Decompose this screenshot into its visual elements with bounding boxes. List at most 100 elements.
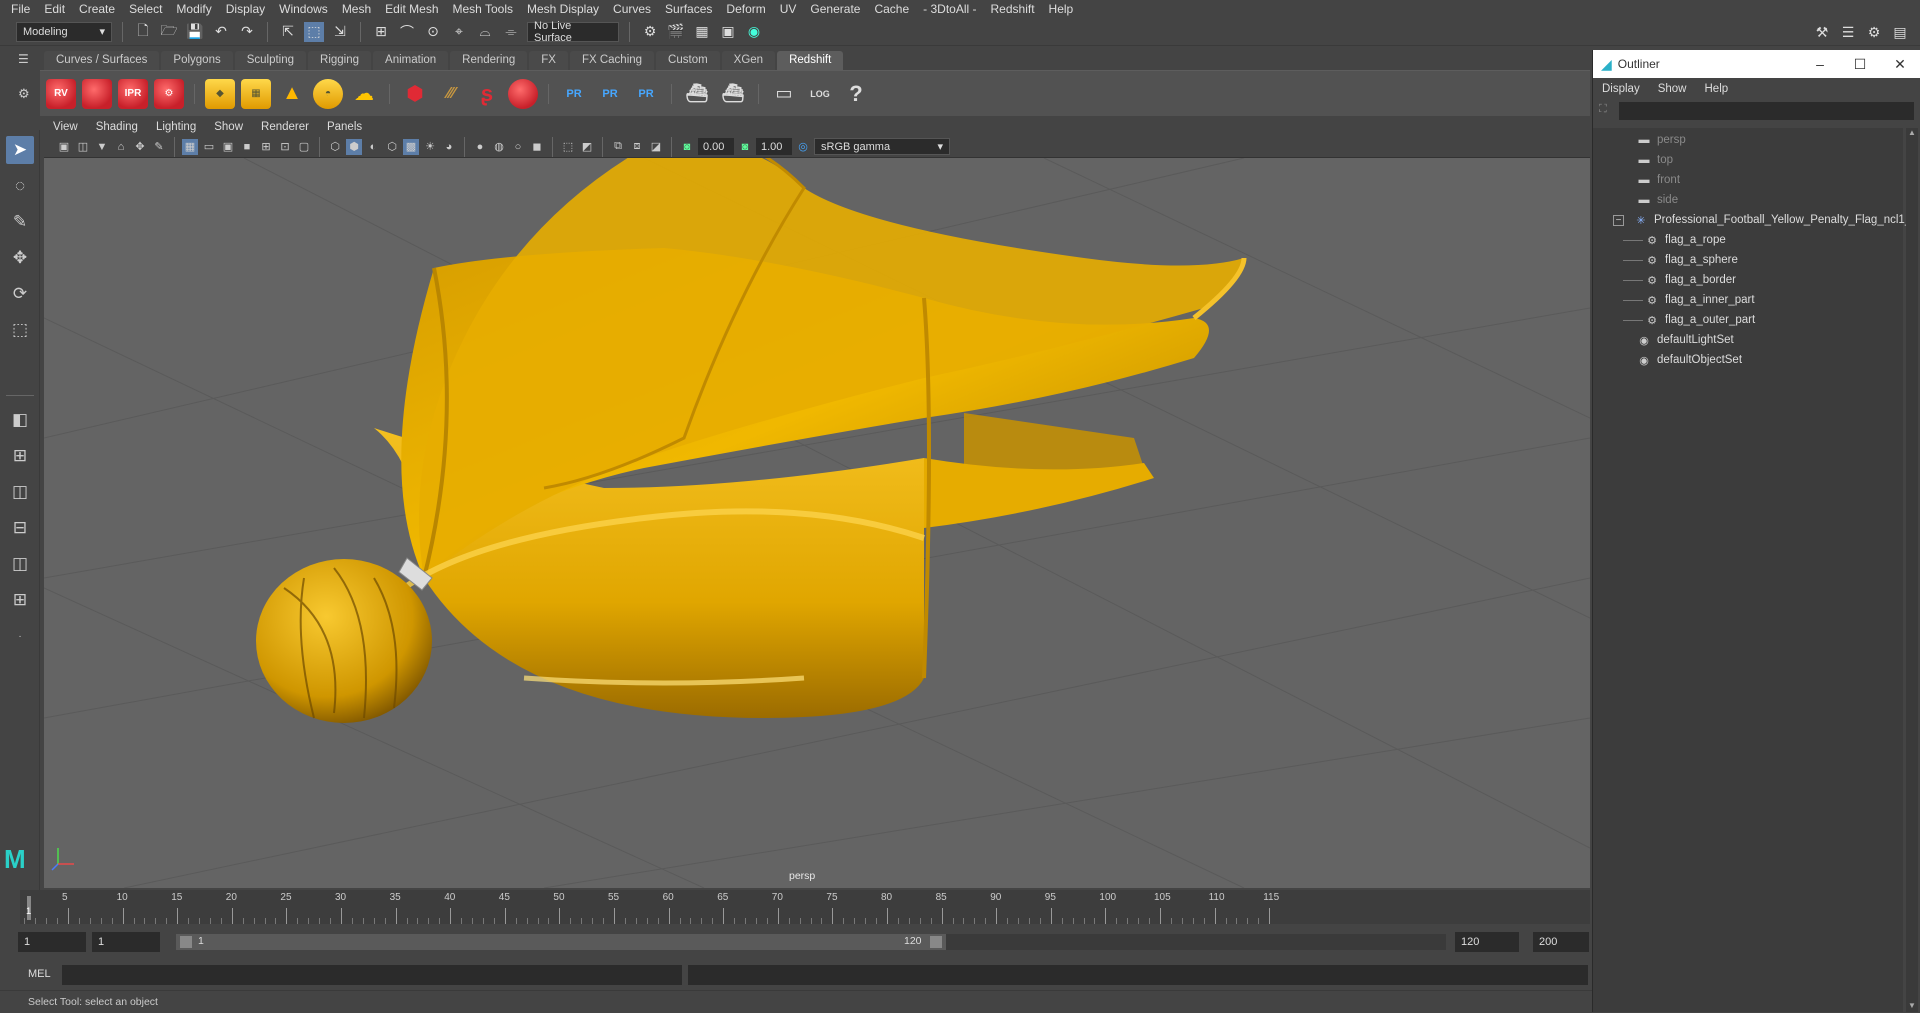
shelf-tab[interactable]: Rendering <box>450 51 528 70</box>
menu-item[interactable]: Edit Mesh <box>378 0 445 18</box>
rs-render-icon[interactable] <box>82 78 112 109</box>
layout-two-stack-icon[interactable]: ⊟ <box>6 514 34 542</box>
cmd-language-label[interactable]: MEL <box>28 968 51 980</box>
safe-action-icon[interactable]: ⊡ <box>277 139 293 155</box>
shelf-menu-icon[interactable]: ☰ <box>18 52 36 68</box>
ipr-render-icon[interactable]: ▦ <box>692 22 712 42</box>
shelf-tab[interactable]: Redshift <box>777 51 844 70</box>
modeling-toolkit-icon[interactable]: ⚒ <box>1812 22 1832 42</box>
tool-settings-icon[interactable]: ⚙ <box>1864 22 1884 42</box>
menu-item[interactable]: Curves <box>606 0 658 18</box>
multisample-aa-icon[interactable]: ○ <box>510 139 526 155</box>
isolate-select-icon[interactable]: ⬚ <box>560 139 576 155</box>
select-tool-icon[interactable]: ➤ <box>6 136 34 164</box>
menu-item[interactable]: Windows <box>272 0 335 18</box>
rs-log-icon[interactable]: LOG <box>805 79 835 109</box>
grid-toggle-icon[interactable]: ▦ <box>182 138 198 155</box>
rs-sun-sky-icon[interactable]: ☁ <box>349 79 379 109</box>
outliner-row-set[interactable]: ◉ defaultObjectSet <box>1637 350 1742 370</box>
image-plane-icon[interactable]: ⌂ <box>113 139 129 155</box>
new-scene-icon[interactable]: 🗋 <box>133 22 153 42</box>
color-management-icon[interactable]: ◎ <box>795 139 811 155</box>
rs-help-icon[interactable]: ? <box>841 79 871 109</box>
menu-item[interactable]: UV <box>773 0 804 18</box>
shelf-tab[interactable]: Sculpting <box>234 51 307 70</box>
scroll-up-icon[interactable]: ▲ <box>1908 128 1916 137</box>
snap-point-icon[interactable]: ⊙ <box>423 22 443 42</box>
shelf-tab[interactable]: Rigging <box>308 51 372 70</box>
menu-item[interactable]: Select <box>122 0 169 18</box>
mode-selector[interactable]: Modeling ▾ <box>16 21 112 42</box>
outliner-filter-icon[interactable]: ⛶ <box>1599 103 1613 117</box>
outliner-row-mesh[interactable]: ⚙ flag_a_sphere <box>1623 250 1738 270</box>
rs-environment-icon[interactable]: ⛴ <box>682 79 712 109</box>
viewport-menu-item[interactable]: Show <box>205 121 252 133</box>
scale-tool-icon[interactable]: ⬚ <box>6 316 34 344</box>
render-view-icon[interactable]: ▣ <box>718 22 738 42</box>
command-input[interactable] <box>62 965 682 985</box>
shelf-tab[interactable]: FX <box>529 51 568 70</box>
animation-end-field[interactable]: 200 <box>1533 932 1589 952</box>
outliner-row-camera[interactable]: ▬ front <box>1637 170 1681 190</box>
open-scene-icon[interactable]: 🗁 <box>159 22 179 42</box>
lasso-tool-icon[interactable]: ◌ <box>6 172 34 200</box>
redo-icon[interactable]: ↷ <box>237 22 257 42</box>
outliner-titlebar[interactable]: ◢ Outliner – ☐ ✕ <box>1593 50 1920 78</box>
shelf-tab[interactable]: FX Caching <box>569 51 655 70</box>
xray-joints-icon[interactable]: ⧉ <box>610 139 626 155</box>
gamma-field[interactable]: 1.00 <box>756 138 792 155</box>
bookmark-icon[interactable]: ▼ <box>94 139 110 155</box>
viewport-menu-item[interactable]: Renderer <box>252 121 318 133</box>
rs-pr-object-icon[interactable]: PR <box>559 79 589 109</box>
range-slider[interactable]: 1 120 <box>176 934 946 950</box>
menu-item[interactable]: Mesh Display <box>520 0 606 18</box>
viewport-menu-item[interactable]: View <box>44 121 87 133</box>
layout-custom-icon[interactable]: ⊞ <box>6 586 34 614</box>
time-slider[interactable]: 1 5 10 15 20 25 30 35 40 45 50 55 60 65 70 75 80 85 90 95 1… <box>20 890 1590 924</box>
outliner-row-mesh[interactable]: ⚙ flag_a_outer_part <box>1623 310 1755 330</box>
viewport-menu-item[interactable]: Lighting <box>147 121 205 133</box>
menu-item[interactable]: Generate <box>803 0 867 18</box>
outliner-search-input[interactable] <box>1619 102 1914 120</box>
playback-start-field[interactable]: 1 <box>92 932 160 952</box>
layout-outliner-icon[interactable]: ◫ <box>6 550 34 578</box>
menu-item[interactable]: File <box>4 0 37 18</box>
textured-icon[interactable]: ▩ <box>403 138 419 155</box>
exposure-icon[interactable]: ◙ <box>679 139 695 155</box>
range-start-handle[interactable] <box>180 936 192 948</box>
smooth-shade-icon[interactable]: ⬢ <box>346 138 362 155</box>
screen-space-ao-icon[interactable]: ● <box>472 139 488 155</box>
layout-four-icon[interactable]: ⊞ <box>6 442 34 470</box>
collapse-icon[interactable]: − <box>1613 214 1624 226</box>
safe-title-icon[interactable]: ▢ <box>296 139 312 155</box>
playback-end-field[interactable]: 120 <box>1455 932 1519 952</box>
two-d-pan-icon[interactable]: ✥ <box>132 139 148 155</box>
rs-ipr-icon[interactable]: IPR <box>118 78 148 109</box>
outliner-row-group[interactable]: − ✳ Professional_Football_Yellow_Penalty_F… <box>1613 210 1911 230</box>
outliner-row-camera[interactable]: ▬ persp <box>1637 130 1686 150</box>
snap-live-icon[interactable]: ⌯ <box>501 22 521 42</box>
rs-portal-light-icon[interactable]: ▦ <box>241 78 271 109</box>
rs-pr-transfer-icon[interactable]: PR <box>631 79 661 109</box>
minimize-icon[interactable]: – <box>1800 50 1840 78</box>
menu-item[interactable]: Edit <box>37 0 72 18</box>
field-chart-icon[interactable]: ⊞ <box>258 139 274 155</box>
gate-mask-icon[interactable]: ■ <box>239 139 255 155</box>
resolution-gate-icon[interactable]: ▣ <box>220 139 236 155</box>
outliner-menu-item[interactable]: Help <box>1696 83 1738 95</box>
save-scene-icon[interactable]: 💾 <box>185 22 205 42</box>
viewport-menu-item[interactable]: Shading <box>87 121 147 133</box>
rs-spot-light-icon[interactable]: ▲ <box>277 79 307 109</box>
depth-of-field-icon[interactable]: ◼ <box>529 139 545 155</box>
snap-surface-icon[interactable]: ⌓ <box>475 22 495 42</box>
animation-start-field[interactable]: 1 <box>18 932 86 952</box>
use-default-material-icon[interactable]: ◐ <box>365 139 381 155</box>
menu-item[interactable]: Cache <box>867 0 916 18</box>
rs-area-light-icon[interactable]: ◆ <box>205 78 235 109</box>
render-frame-icon[interactable]: 🎬 <box>666 22 686 42</box>
menu-item[interactable]: Surfaces <box>658 0 719 18</box>
menu-item[interactable]: - 3DtoAll - <box>916 0 983 18</box>
undo-icon[interactable]: ↶ <box>211 22 231 42</box>
shelf-tab[interactable]: Polygons <box>161 51 233 70</box>
rs-fog-icon[interactable]: ⛴ <box>718 79 748 109</box>
